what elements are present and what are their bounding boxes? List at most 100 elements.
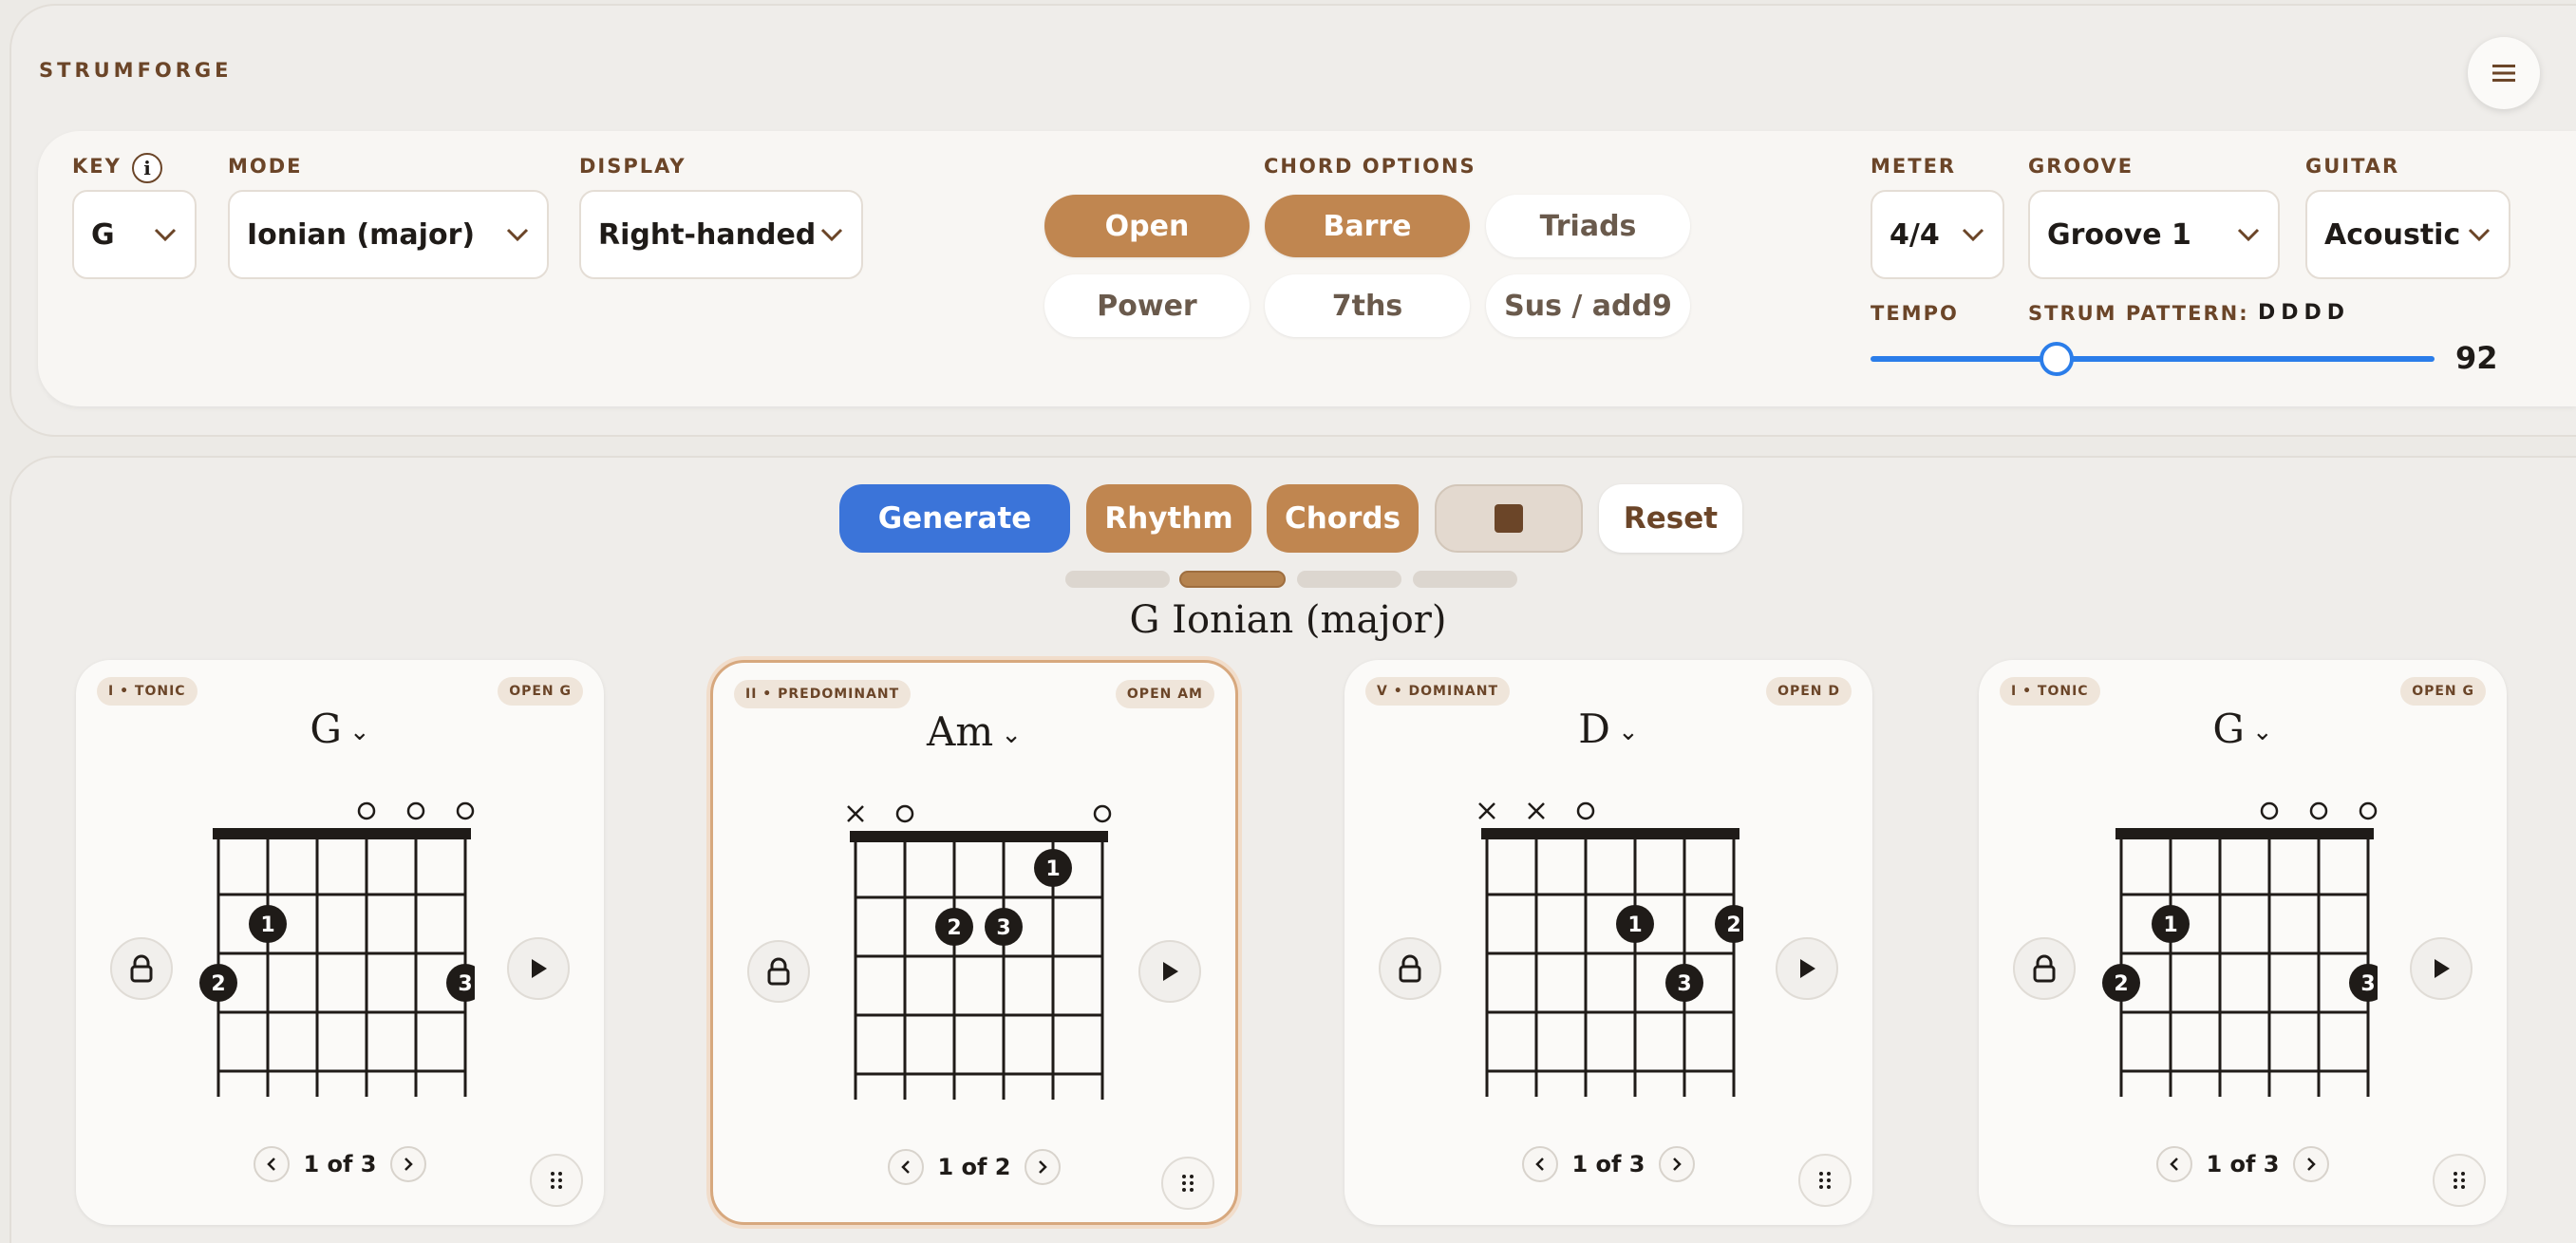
groove-value: Groove 1 [2047, 217, 2191, 252]
tempo-value: 92 [2455, 340, 2498, 376]
meter-label: METER [1871, 155, 1957, 178]
chevron-down-icon: ⌄ [348, 718, 370, 746]
lock-icon [2033, 954, 2056, 983]
stop-button[interactable] [1435, 484, 1583, 553]
voicing-pager: 1 of 2 [713, 1149, 1235, 1185]
function-badge: II • PREDOMINANT [734, 680, 912, 708]
progress-segment-1 [1065, 571, 1170, 588]
guitar-label: GUITAR [2305, 155, 2400, 178]
drag-handle[interactable] [1798, 1154, 1852, 1207]
chord-option-open[interactable]: Open [1044, 195, 1250, 257]
tempo-slider[interactable] [1871, 356, 2435, 362]
open-string-marker [2309, 801, 2328, 820]
tempo-slider-handle[interactable] [2040, 342, 2075, 376]
lock-icon [130, 954, 153, 983]
drag-handle[interactable] [1161, 1157, 1214, 1210]
open-string-marker [406, 801, 425, 820]
chevron-right-icon [404, 1158, 413, 1171]
strum-pattern-label: STRUM PATTERN: [2028, 302, 2249, 325]
key-select[interactable]: G [72, 190, 197, 279]
strum-pattern-value: DDDD [2258, 301, 2351, 325]
chord-name-text: Am [927, 708, 994, 755]
chord-card[interactable]: V • DOMINANT OPEN D D ⌄ 1 2 3 1 of 3 [1344, 660, 1872, 1225]
info-icon[interactable]: i [132, 153, 162, 183]
open-string-marker [456, 801, 475, 820]
reset-button[interactable]: Reset [1599, 484, 1742, 553]
chord-name[interactable]: G ⌄ [76, 706, 604, 752]
prev-voicing-button[interactable] [1522, 1146, 1559, 1182]
finger-number: 1 [260, 913, 274, 937]
generate-button[interactable]: Generate [839, 484, 1070, 553]
hamburger-icon [2492, 65, 2515, 82]
voicing-badge: OPEN AM [1115, 680, 1214, 708]
guitar-value: Acoustic [2324, 217, 2461, 252]
drag-handle[interactable] [2433, 1154, 2486, 1207]
chevron-down-icon: ⌄ [1001, 721, 1022, 749]
finger-number: 3 [1677, 972, 1691, 996]
groove-select[interactable]: Groove 1 [2028, 190, 2280, 279]
lock-button[interactable] [110, 937, 173, 1000]
voicing-page: 1 of 2 [937, 1154, 1011, 1180]
chord-card[interactable]: II • PREDOMINANT OPEN AM Am ⌄ 1 2 3 1 of 2 [710, 660, 1238, 1225]
chevron-down-icon [1962, 228, 1984, 242]
grip-icon [2454, 1172, 2465, 1189]
chord-name[interactable]: Am ⌄ [713, 708, 1235, 755]
play-button[interactable] [2410, 937, 2473, 1000]
chevron-down-icon [506, 228, 529, 242]
display-label: DISPLAY [579, 155, 686, 178]
chevron-down-icon [2237, 228, 2260, 242]
nut [1481, 828, 1739, 839]
play-button[interactable] [507, 937, 570, 1000]
next-voicing-button[interactable] [2292, 1146, 2329, 1182]
tempo-label: TEMPO [1871, 302, 1959, 325]
chord-option-sus-add9[interactable]: Sus / add9 [1486, 274, 1690, 337]
prev-voicing-button[interactable] [254, 1146, 291, 1182]
nut [213, 828, 471, 839]
lock-button[interactable] [1379, 937, 1441, 1000]
muted-string-marker [1528, 802, 1545, 819]
next-voicing-button[interactable] [1658, 1146, 1695, 1182]
finger-number: 2 [211, 972, 225, 996]
chevron-down-icon: ⌄ [2251, 718, 2273, 746]
next-voicing-button[interactable] [389, 1146, 426, 1182]
chord-option-barre[interactable]: Barre [1265, 195, 1470, 257]
nut [850, 831, 1108, 842]
lock-button[interactable] [2013, 937, 2076, 1000]
chord-option-triads[interactable]: Triads [1486, 195, 1690, 257]
chevron-left-icon [901, 1160, 911, 1174]
drag-handle[interactable] [530, 1154, 583, 1207]
progress-segment-3 [1297, 571, 1401, 588]
finger-number: 2 [2114, 972, 2128, 996]
groove-label: GROOVE [2028, 155, 2134, 178]
lock-icon [767, 957, 790, 986]
lock-button[interactable] [747, 940, 810, 1003]
play-icon [1163, 962, 1178, 981]
muted-string-marker [847, 805, 864, 822]
play-button[interactable] [1138, 940, 1201, 1003]
menu-button[interactable] [2468, 37, 2540, 109]
chord-name[interactable]: G ⌄ [1979, 706, 2507, 752]
chord-card[interactable]: I • TONIC OPEN G G ⌄ 1 2 3 1 of 3 [1979, 660, 2507, 1225]
prev-voicing-button[interactable] [2156, 1146, 2193, 1182]
stop-icon [1495, 504, 1523, 533]
meter-select[interactable]: 4/4 [1871, 190, 2004, 279]
chord-card[interactable]: I • TONIC OPEN G G ⌄ 1 2 3 1 of 3 [76, 660, 604, 1225]
meter-value: 4/4 [1890, 217, 1940, 252]
display-select[interactable]: Right-handed [579, 190, 863, 279]
chord-diagram: 1 2 3 [199, 801, 475, 1097]
mode-select[interactable]: Ionian (major) [228, 190, 549, 279]
chord-option-power[interactable]: Power [1044, 274, 1250, 337]
progress-segment-2 [1179, 571, 1286, 588]
play-button[interactable] [1776, 937, 1838, 1000]
prev-voicing-button[interactable] [888, 1149, 925, 1185]
rhythm-button[interactable]: Rhythm [1086, 484, 1251, 553]
progression-title: G Ionian (major) [1129, 598, 1447, 642]
chord-option-7ths[interactable]: 7ths [1265, 274, 1470, 337]
chevron-right-icon [1672, 1158, 1682, 1171]
chord-name[interactable]: D ⌄ [1344, 706, 1872, 752]
guitar-select[interactable]: Acoustic [2305, 190, 2510, 279]
finger-number: 2 [1726, 913, 1740, 937]
next-voicing-button[interactable] [1024, 1149, 1061, 1185]
chords-button[interactable]: Chords [1267, 484, 1419, 553]
display-value: Right-handed [598, 217, 817, 252]
